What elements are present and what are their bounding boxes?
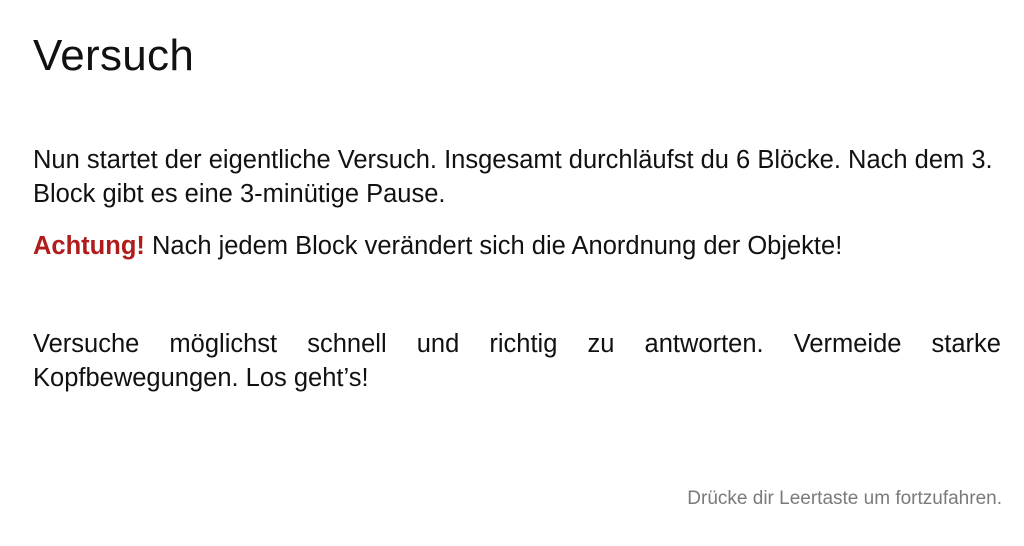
- slide-content: Nun startet der eigentliche Versuch. Ins…: [33, 143, 1001, 395]
- slide-title: Versuch: [33, 31, 195, 80]
- continue-hint: Drücke dir Leertaste um fortzufahren.: [687, 488, 1002, 509]
- warning-paragraph: Achtung! Nach jedem Block verändert sich…: [33, 229, 1001, 263]
- warning-text: Nach jedem Block verändert sich die Anor…: [144, 232, 843, 260]
- intro-paragraph: Nun startet der eigentliche Versuch. Ins…: [33, 146, 993, 208]
- instruction-slide: Versuch Nun startet der eigentliche Vers…: [0, 0, 1024, 546]
- instructions-paragraph: Versuche möglichst schnell und richtig z…: [33, 330, 1001, 392]
- warning-label: Achtung!: [33, 232, 145, 260]
